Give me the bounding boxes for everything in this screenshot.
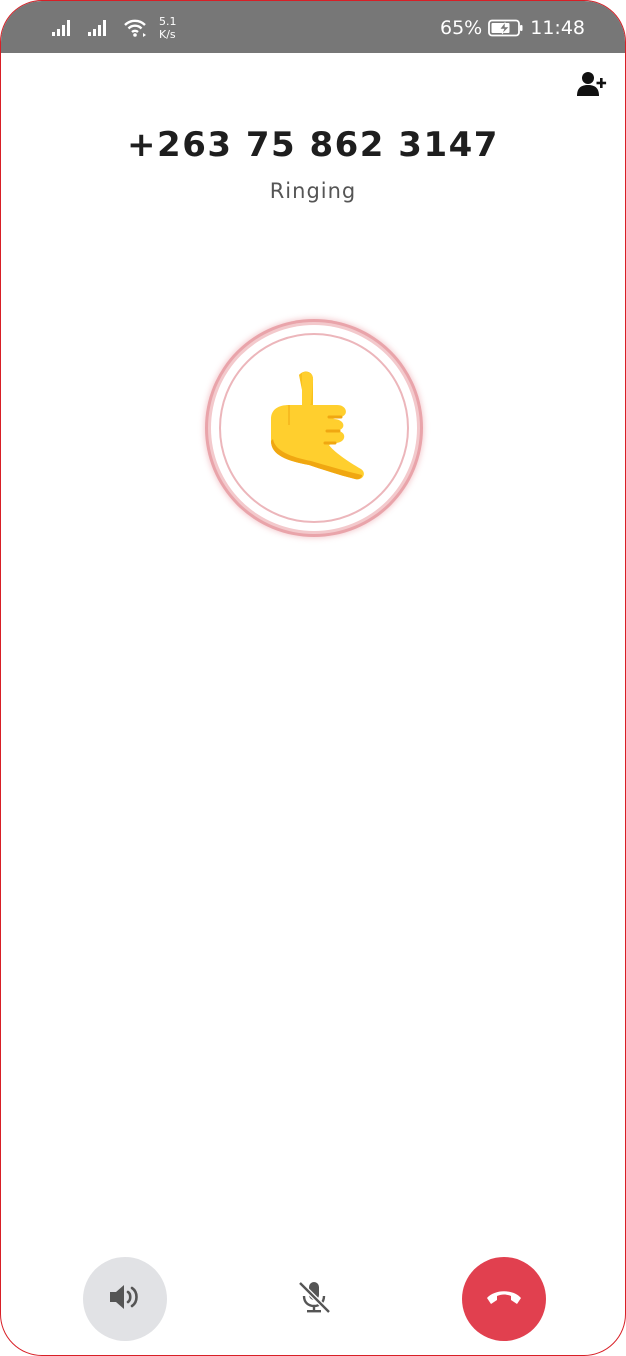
signal-icon (51, 19, 73, 37)
add-contact-button[interactable] (575, 71, 609, 101)
network-speed: 5.1 K/s (159, 15, 177, 41)
wifi-icon (123, 18, 147, 38)
network-speed-unit: K/s (159, 28, 176, 41)
speaker-button[interactable] (83, 1257, 167, 1341)
caller-number: +263 75 862 3147 (127, 125, 499, 165)
caller-avatar (211, 325, 417, 531)
battery-percent: 65% (440, 17, 483, 39)
call-status: Ringing (269, 179, 357, 203)
status-bar: 5.1 K/s 65% 11:48 (1, 1, 625, 53)
status-bar-right: 65% 11:48 (440, 13, 585, 43)
hang-up-button[interactable] (462, 1257, 546, 1341)
call-controls (1, 1257, 625, 1341)
mute-button[interactable] (272, 1257, 356, 1341)
call-screen: 5.1 K/s 65% 11:48 +263 75 862 3147 Ringi… (0, 0, 626, 1356)
mic-off-icon (296, 1280, 332, 1318)
clock: 11:48 (530, 17, 585, 39)
add-contact-icon (576, 70, 608, 102)
network-speed-value: 5.1 (159, 15, 177, 28)
status-bar-left: 5.1 K/s (51, 14, 177, 42)
speaker-icon (107, 1282, 143, 1316)
signal-icon (87, 19, 109, 37)
battery-charging-icon (488, 19, 524, 37)
call-me-hand-icon (249, 361, 379, 495)
hang-up-icon (485, 1287, 523, 1311)
avatar-pulse-ring (219, 333, 409, 523)
